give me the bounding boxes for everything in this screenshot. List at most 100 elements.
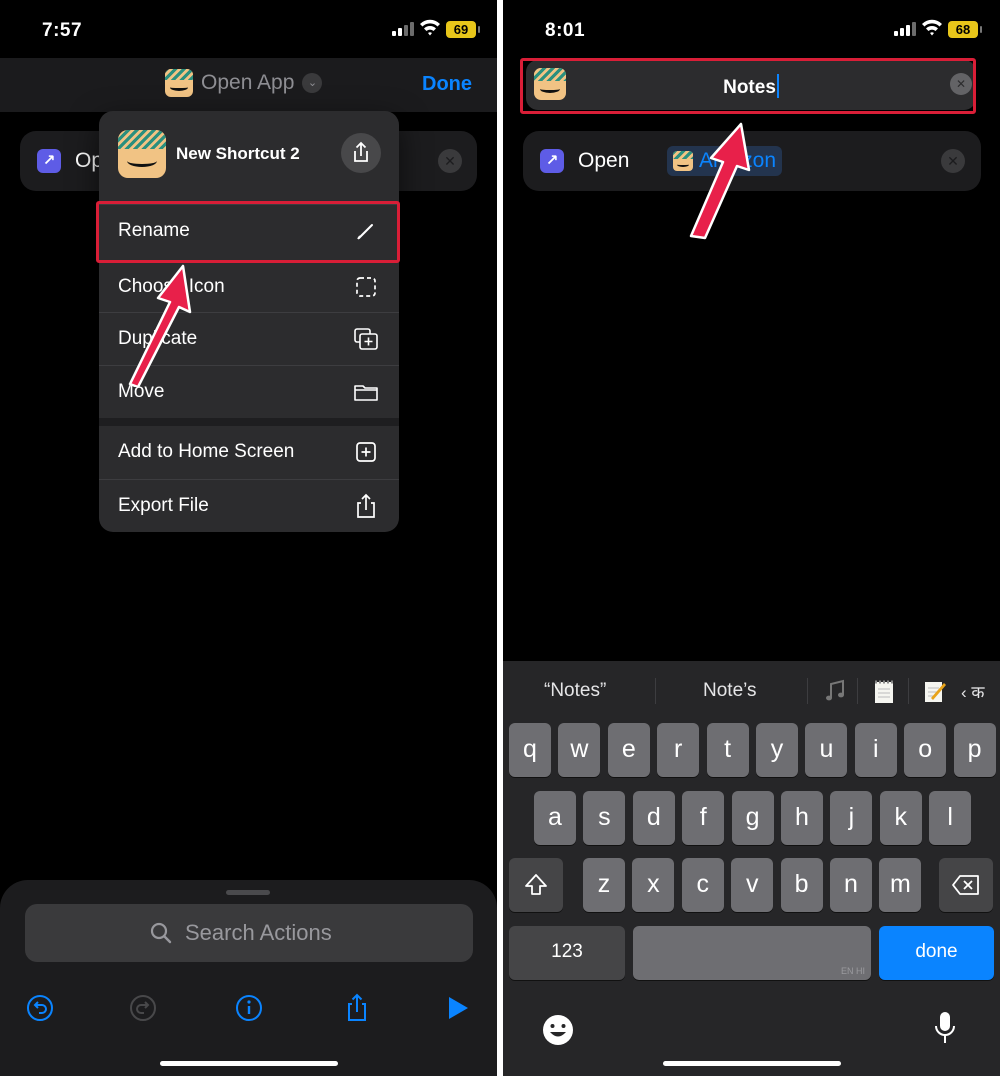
key-x[interactable]: x bbox=[632, 858, 675, 912]
status-time: 7:57 bbox=[42, 20, 83, 41]
space-key[interactable]: EN HI bbox=[633, 926, 871, 980]
key-a[interactable]: a bbox=[534, 791, 576, 845]
left-screenshot: 7:57 69 Open App ⌄ Done ↗ Op ✕ New Short… bbox=[0, 0, 497, 1076]
key-y[interactable]: y bbox=[756, 723, 798, 777]
search-placeholder: Search Actions bbox=[185, 920, 332, 945]
actions-sheet: Search Actions bbox=[0, 880, 497, 1076]
key-r[interactable]: r bbox=[657, 723, 700, 777]
home-indicator bbox=[160, 1061, 338, 1066]
key-n[interactable]: n bbox=[830, 858, 872, 912]
menu-header: New Shortcut 2 bbox=[99, 111, 399, 199]
cellular-signal-icon bbox=[894, 22, 916, 36]
suggestion-divider bbox=[908, 678, 909, 704]
key-c[interactable]: c bbox=[681, 858, 724, 912]
emoji-keyboard-icon[interactable] bbox=[541, 1013, 575, 1047]
share-icon bbox=[354, 141, 368, 162]
pointer-arrow-icon bbox=[689, 122, 751, 240]
suggestion-quoted[interactable]: “Notes” bbox=[544, 680, 606, 702]
battery-level: 69 bbox=[446, 21, 480, 38]
suggestion-notes[interactable]: Note’s bbox=[703, 680, 757, 702]
share-icon bbox=[357, 493, 375, 518]
key-w[interactable]: w bbox=[558, 723, 601, 777]
cellular-signal-icon bbox=[392, 22, 414, 36]
menu-item-export-file[interactable]: Export File bbox=[99, 479, 399, 531]
menu-section-divider bbox=[99, 418, 399, 426]
key-m[interactable]: m bbox=[879, 858, 922, 912]
share-button[interactable] bbox=[341, 133, 381, 173]
keyboard: “Notes” Note’s ‹ क qwertyuiop asdfghjkl … bbox=[503, 661, 1000, 1076]
notepad-emoji-icon[interactable] bbox=[872, 679, 896, 705]
home-indicator bbox=[663, 1061, 841, 1066]
status-bar: 8:01 68 bbox=[503, 0, 1000, 60]
search-icon bbox=[150, 922, 172, 944]
menu-item-add-to-home-screen[interactable]: Add to Home Screen bbox=[99, 426, 399, 478]
key-j[interactable]: j bbox=[830, 791, 873, 845]
pointer-arrow-icon bbox=[128, 264, 192, 387]
key-p[interactable]: p bbox=[953, 723, 996, 777]
shift-key[interactable] bbox=[509, 858, 563, 912]
microphone-icon[interactable] bbox=[933, 1010, 957, 1046]
done-button[interactable]: Done bbox=[422, 73, 472, 96]
shortcut-title: Open App bbox=[201, 71, 295, 94]
language-hint: EN HI bbox=[840, 966, 865, 976]
wifi-icon bbox=[922, 19, 942, 36]
key-f[interactable]: f bbox=[682, 791, 725, 845]
play-icon[interactable] bbox=[443, 993, 473, 1023]
key-t[interactable]: t bbox=[706, 723, 749, 777]
suggestion-divider bbox=[807, 678, 808, 704]
memo-emoji-icon[interactable] bbox=[923, 678, 947, 704]
duplicate-icon bbox=[354, 328, 378, 350]
suggestion-divider bbox=[655, 678, 656, 704]
key-i[interactable]: i bbox=[854, 723, 897, 777]
redo-icon[interactable] bbox=[128, 993, 158, 1023]
editor-header: Open App ⌄ Done bbox=[0, 58, 497, 112]
remove-action-icon[interactable]: ✕ bbox=[941, 149, 965, 173]
music-notes-emoji-icon[interactable] bbox=[821, 677, 849, 705]
remove-action-icon[interactable]: ✕ bbox=[438, 149, 462, 173]
key-z[interactable]: z bbox=[583, 858, 625, 912]
search-actions-field[interactable]: Search Actions bbox=[25, 904, 473, 962]
status-bar: 7:57 69 bbox=[0, 0, 497, 60]
key-u[interactable]: u bbox=[805, 723, 848, 777]
amazon-app-icon bbox=[165, 69, 193, 97]
shortcut-title-button[interactable]: Open App ⌄ bbox=[165, 68, 323, 98]
backspace-icon bbox=[952, 875, 979, 895]
plus-square-icon bbox=[356, 442, 376, 462]
status-time: 8:01 bbox=[545, 20, 586, 41]
key-d[interactable]: d bbox=[632, 791, 675, 845]
suggestion-bar: “Notes” Note’s ‹ क bbox=[503, 661, 1000, 721]
right-screenshot: 8:01 68 Notes ✕ ↗ Open Amazon ✕ “Notes” bbox=[503, 0, 1000, 1076]
menu-item-label: Export File bbox=[118, 495, 209, 516]
info-icon[interactable] bbox=[234, 993, 264, 1023]
rename-highlight-box bbox=[96, 201, 400, 263]
open-app-arrow-icon: ↗ bbox=[540, 149, 564, 173]
key-b[interactable]: b bbox=[780, 858, 823, 912]
key-l[interactable]: l bbox=[929, 791, 972, 845]
share-icon[interactable] bbox=[342, 993, 372, 1023]
key-h[interactable]: h bbox=[781, 791, 823, 845]
undo-icon[interactable] bbox=[25, 993, 55, 1023]
sheet-grabber[interactable] bbox=[226, 890, 270, 895]
key-e[interactable]: e bbox=[607, 723, 650, 777]
key-g[interactable]: g bbox=[731, 791, 774, 845]
key-v[interactable]: v bbox=[731, 858, 774, 912]
done-key[interactable]: done bbox=[879, 926, 994, 980]
delete-key[interactable] bbox=[939, 858, 993, 912]
key-k[interactable]: k bbox=[879, 791, 922, 845]
numbers-key[interactable]: 123 bbox=[509, 926, 625, 980]
action-verb: Open bbox=[578, 149, 630, 172]
open-app-arrow-icon: ↗ bbox=[37, 149, 61, 173]
name-field-highlight-box bbox=[520, 58, 976, 114]
suggestion-divider bbox=[857, 678, 858, 704]
key-s[interactable]: s bbox=[583, 791, 626, 845]
amazon-app-icon bbox=[118, 130, 166, 178]
menu-item-label: Add to Home Screen bbox=[118, 441, 295, 462]
folder-icon bbox=[354, 385, 378, 401]
dashed-square-icon bbox=[356, 277, 376, 297]
chevron-down-icon: ⌄ bbox=[302, 73, 323, 93]
key-o[interactable]: o bbox=[904, 723, 947, 777]
wifi-icon bbox=[420, 19, 440, 36]
key-q[interactable]: q bbox=[509, 723, 551, 777]
battery-level: 68 bbox=[948, 21, 982, 38]
language-switch-suggestion[interactable]: ‹ क bbox=[961, 680, 984, 703]
